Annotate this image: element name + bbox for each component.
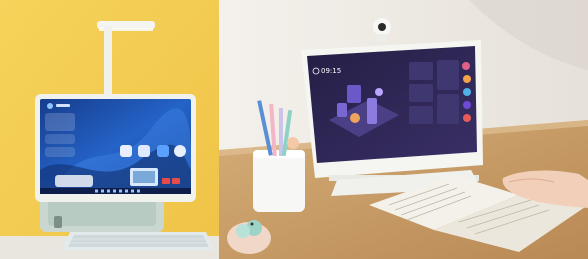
profile-icon <box>47 103 53 109</box>
left-photo <box>0 0 219 259</box>
screen-clock: 09:15 <box>321 67 341 75</box>
notification-tile <box>55 175 93 187</box>
product-collage: 09:15 <box>0 0 588 259</box>
left-monitor-screen <box>40 99 191 194</box>
end-call-icon <box>162 178 170 184</box>
weather-widget <box>45 113 75 131</box>
keyboard <box>62 232 214 250</box>
left-scene-svg <box>0 0 219 259</box>
right-scene-svg: 09:15 <box>219 0 588 259</box>
right-photo: 09:15 <box>219 0 588 259</box>
